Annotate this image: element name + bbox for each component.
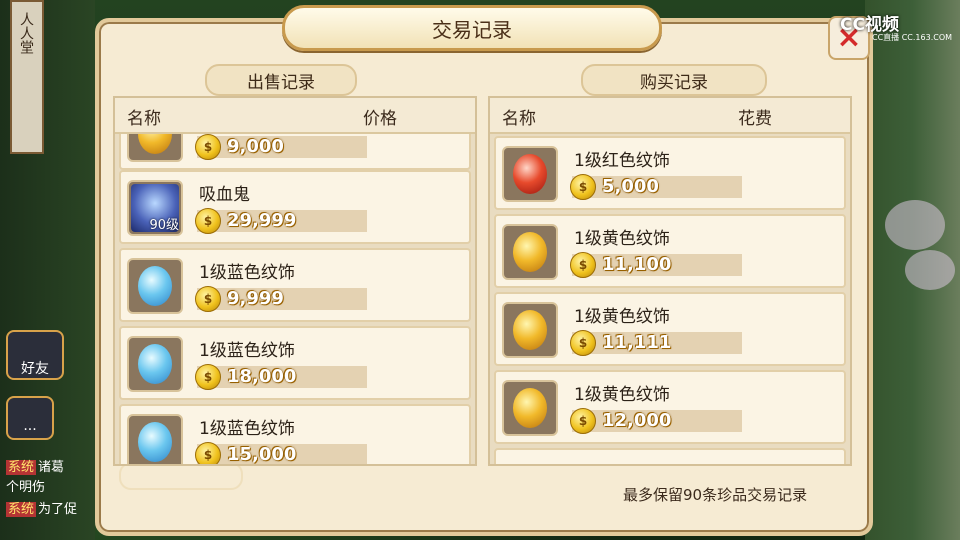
chat-line: 系统 为了促 [6,498,77,517]
hanging-banner: 人人堂 [10,0,44,154]
item-price: 15,000 [227,444,297,464]
price-bar: $ 29,999 [195,208,367,234]
sale-col-name: 名称 [127,109,161,129]
item-cost: 5,000 [602,176,659,197]
cloud-decor [119,462,243,490]
sale-row[interactable]: 1级蓝色纹饰 $ 9,999 [119,248,471,322]
price-bar: $ 18,000 [195,364,367,390]
red-gem-icon [502,146,558,202]
coin-icon: $ [570,408,596,434]
chat-tag: 系统 [6,460,37,475]
chat-line: 个明伤 [6,476,45,495]
chat-bubble-glyph: ··· [23,422,37,438]
chat-line: 系统 诸葛 [6,456,64,475]
purchase-col-cost: 花费 [738,109,772,129]
item-cost: 11,111 [602,332,672,353]
item-name: 1级黄色纹饰 [574,229,670,249]
price-bar: $ 11,111 [570,330,742,356]
sale-row[interactable]: 90级 吸血鬼 $ 29,999 [119,170,471,244]
purchase-row[interactable]: 1级黄色纹饰 $ 11,111 [494,292,846,366]
coin-icon: $ [195,442,221,464]
item-cost: 12,000 [602,410,672,431]
price-bar: $ 9,000 [195,134,367,160]
gem-shape [138,266,172,306]
gem-shape [138,134,172,154]
item-price: 29,999 [227,210,297,231]
coin-icon: $ [195,134,221,160]
purchase-list-header: 名称 花费 [490,98,850,134]
chat-text: 诸葛 [38,460,65,475]
purchase-row[interactable]: 1级黄色纹饰 $ 12,000 [494,370,846,444]
dialog-title-text: 交易记录 [432,17,512,42]
gem-shape [513,232,547,272]
gem-shape [138,344,172,384]
coin-icon: $ [570,174,596,200]
price-bar: $ 12,000 [570,408,742,434]
gold-gem-icon [502,224,558,280]
blue-gem-icon [127,414,183,464]
item-name: 1级黄色纹饰 [574,385,670,405]
item-name: 1级蓝色纹饰 [199,419,295,439]
coin-icon: $ [195,286,221,312]
level-badge: 90级 [149,218,179,233]
purchase-row[interactable]: 1级黄色纹饰 $ 11,100 [494,214,846,288]
purchase-list[interactable]: 名称 花费 1级红色纹饰 $ 5,000 1级黄色纹饰 $ 11,100 1级黄… [488,96,852,466]
cc-watermark-subtext: CC直播 CC.163.COM [872,33,953,42]
gold-gem-icon [502,302,558,358]
dialog-title: 交易记录 [282,5,662,51]
sale-row[interactable]: 1级蓝色纹饰 $ 18,000 [119,326,471,400]
price-bar: $ 11,100 [570,252,742,278]
blossom-decor [885,200,945,250]
coin-icon: $ [195,208,221,234]
footer-note: 最多保留90条珍品交易记录 [623,486,808,504]
trade-record-dialog: 出售记录 购买记录 名称 价格 $ 9,000 90级 吸血鬼 $ 29,999… [95,18,873,536]
blue-gem-icon [127,336,183,392]
chat-tag: 系统 [6,502,37,517]
sale-row[interactable]: 1级蓝色纹饰 $ 15,000 [119,404,471,464]
gem-shape [513,154,547,194]
chat-icon[interactable]: ··· [6,396,54,440]
blossom-decor [905,250,955,290]
gold-gem-icon [502,380,558,436]
sale-rows: $ 9,000 90级 吸血鬼 $ 29,999 1级蓝色纹饰 $ 9,999 … [115,134,475,464]
item-price: 9,000 [227,136,284,157]
coin-icon: $ [195,364,221,390]
sale-row[interactable]: $ 9,000 [119,134,471,170]
gem-shape [138,422,172,462]
chat-text: 个明伤 [6,480,46,495]
purchase-col-name: 名称 [502,109,536,129]
item-name: 吸血鬼 [199,185,250,205]
gold-gem-icon [127,134,183,162]
chat-text: 为了促 [38,502,78,517]
coin-icon: $ [570,252,596,278]
coin-icon: $ [570,330,596,356]
sale-col-price: 价格 [363,109,397,129]
item-name: 1级红色纹饰 [574,151,670,171]
friends-button[interactable]: 好友 [6,330,64,380]
purchase-rows: 1级红色纹饰 $ 5,000 1级黄色纹饰 $ 11,100 1级黄色纹饰 $ [490,134,850,464]
item-name: 1级蓝色纹饰 [199,341,295,361]
sale-list[interactable]: 名称 价格 $ 9,000 90级 吸血鬼 $ 29,999 1级蓝色纹饰 $ … [113,96,477,466]
price-bar: $ 9,999 [195,286,367,312]
item-price: 18,000 [227,366,297,387]
blue-gem-icon [127,258,183,314]
friends-label: 好友 [21,361,49,377]
price-bar: $ 5,000 [570,174,742,200]
purchase-row[interactable]: 1级红色纹饰 $ 5,000 [494,136,846,210]
item-name: 1级黄色纹饰 [574,307,670,327]
vampire-pet-icon: 90级 [127,180,183,236]
sale-list-header: 名称 价格 [115,98,475,134]
purchase-row[interactable] [494,448,846,464]
price-bar: $ 15,000 [195,442,367,464]
gem-shape [513,310,547,350]
item-cost: 11,100 [602,254,672,275]
purchase-section-label: 购买记录 [581,64,767,96]
right-scenery [865,0,960,540]
item-price: 9,999 [227,288,284,309]
gem-shape [513,388,547,428]
item-name: 1级蓝色纹饰 [199,263,295,283]
sale-section-label: 出售记录 [205,64,357,96]
